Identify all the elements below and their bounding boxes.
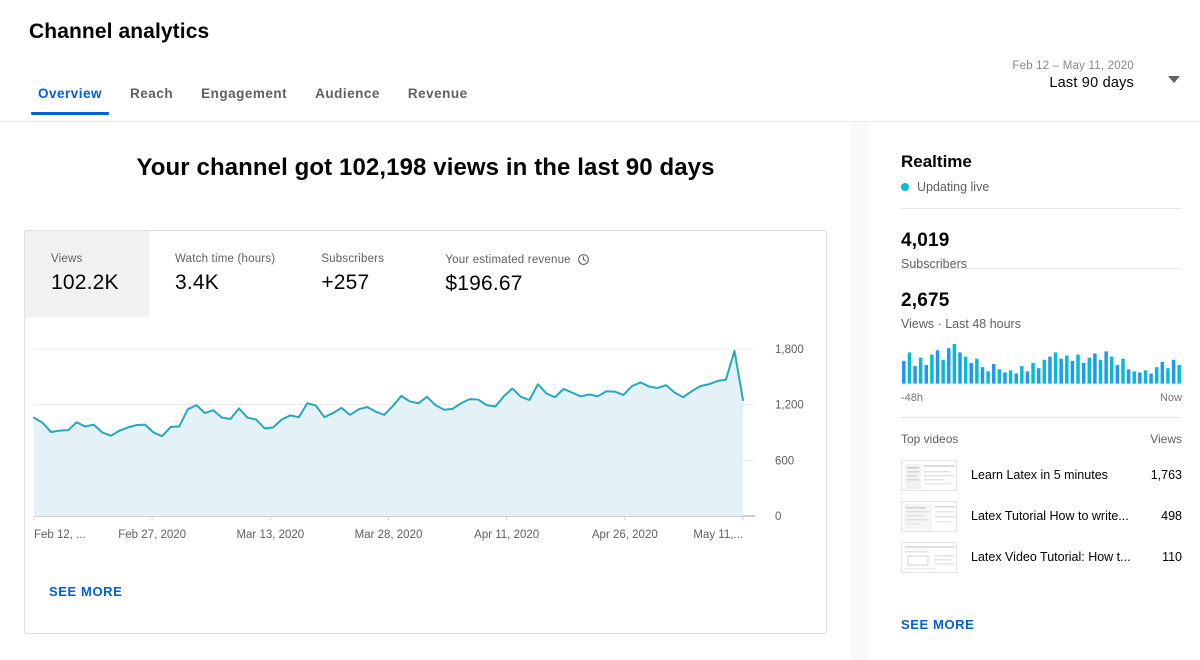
sidebar: Realtime Updating live 4,019 Subscribers… — [851, 122, 1200, 660]
page-body: Your channel got 102,198 views in the la… — [0, 122, 1200, 660]
top-video-row[interactable]: Latex Tutorial How to write... 498 — [901, 500, 1182, 532]
metric-label-text: Your estimated revenue — [445, 254, 570, 266]
metric-tab-subscribers[interactable]: Subscribers +257 — [295, 231, 419, 317]
top-videos-label: Top videos — [901, 432, 958, 446]
top-video-row[interactable]: Latex Video Tutorial: How t... 110 — [901, 541, 1182, 573]
headline: Your channel got 102,198 views in the la… — [0, 154, 851, 182]
video-title: Learn Latex in 5 minutes — [971, 468, 1143, 482]
metric-label-text: Watch time (hours) — [175, 253, 275, 265]
realtime-bar-chart-svg — [901, 340, 1182, 386]
realtime-views-label: Views · Last 48 hours — [901, 317, 1021, 331]
divider — [901, 208, 1181, 209]
metric-label-text: Subscribers — [321, 253, 384, 265]
video-thumbnail — [901, 501, 957, 532]
metric-tab-views[interactable]: Views 102.2K — [25, 231, 149, 317]
divider — [901, 417, 1181, 418]
realtime-bar-chart[interactable] — [901, 340, 1182, 386]
realtime-live-status: Updating live — [901, 180, 989, 194]
video-views: 498 — [1161, 509, 1182, 523]
see-more-button-main[interactable]: SEE MORE — [49, 584, 122, 599]
svg-text:Feb 27, 2020: Feb 27, 2020 — [118, 529, 186, 541]
page-title: Channel analytics — [29, 20, 209, 44]
metric-label: Watch time (hours) — [175, 253, 275, 265]
realtime-axis-left: -48h — [901, 392, 923, 404]
video-thumbnail — [901, 460, 957, 491]
metric-label: Your estimated revenue — [445, 253, 589, 266]
views-line-chart[interactable]: 0 600 1,200 1,800 Feb 12, ... Feb 27, 2020 Mar… — [25, 341, 828, 561]
realtime-card: Realtime Updating live 4,019 Subscribers… — [868, 122, 1200, 660]
video-views: 1,763 — [1151, 468, 1182, 482]
top-video-row[interactable]: Learn Latex in 5 minutes 1,763 — [901, 459, 1182, 491]
svg-text:Apr 11, 2020: Apr 11, 2020 — [474, 529, 539, 541]
live-status-text: Updating live — [917, 180, 989, 194]
svg-text:May 11,...: May 11,... — [693, 529, 743, 541]
chevron-down-icon[interactable] — [1168, 76, 1180, 83]
see-more-button-sidebar[interactable]: SEE MORE — [901, 617, 974, 632]
video-title: Latex Video Tutorial: How t... — [971, 550, 1154, 564]
realtime-views-value: 2,675 — [901, 290, 950, 312]
video-thumbnail — [901, 542, 957, 573]
tab-audience[interactable]: Audience — [301, 80, 394, 115]
svg-text:600: 600 — [775, 455, 794, 467]
realtime-subscribers-value: 4,019 — [901, 230, 950, 252]
tab-revenue[interactable]: Revenue — [394, 80, 482, 115]
svg-text:0: 0 — [775, 511, 781, 523]
realtime-title: Realtime — [901, 152, 972, 172]
svg-text:Apr 26, 2020: Apr 26, 2020 — [592, 529, 658, 541]
page-header: Channel analytics Overview Reach Engagem… — [0, 0, 1200, 122]
metric-value: $196.67 — [445, 272, 589, 296]
svg-text:Feb 12, ...: Feb 12, ... — [34, 529, 86, 541]
views-line-chart-svg: 0 600 1,200 1,800 Feb 12, ... Feb 27, 2020 Mar… — [25, 341, 828, 561]
top-videos-views-label: Views — [1150, 432, 1182, 446]
live-dot-icon — [901, 183, 909, 191]
divider — [901, 268, 1181, 269]
tab-engagement[interactable]: Engagement — [187, 80, 301, 115]
overview-card: Views 102.2K Watch time (hours) 3.4K Sub… — [24, 230, 827, 634]
realtime-axis: -48h Now — [901, 392, 1182, 404]
date-range-selector[interactable]: Feb 12 – May 11, 2020 Last 90 days — [1012, 60, 1180, 91]
metric-label: Views — [51, 253, 129, 265]
svg-text:Mar 13, 2020: Mar 13, 2020 — [236, 529, 304, 541]
metric-tabs: Views 102.2K Watch time (hours) 3.4K Sub… — [25, 231, 610, 317]
tab-overview[interactable]: Overview — [24, 80, 116, 115]
date-range-dates: Feb 12 – May 11, 2020 — [1012, 60, 1134, 72]
metric-label-text: Views — [51, 253, 82, 265]
metric-tab-watch-time[interactable]: Watch time (hours) 3.4K — [149, 231, 295, 317]
top-videos-header: Top videos Views — [901, 432, 1182, 446]
analytics-tabs: Overview Reach Engagement Audience Reven… — [24, 80, 482, 115]
metric-tab-estimated-revenue[interactable]: Your estimated revenue $196.67 — [419, 231, 609, 317]
video-views: 110 — [1162, 550, 1182, 564]
realtime-axis-right: Now — [1160, 392, 1182, 404]
channel-analytics-page: Channel analytics Overview Reach Engagem… — [0, 0, 1200, 660]
metric-value: 3.4K — [175, 271, 275, 295]
date-range-preset: Last 90 days — [1012, 75, 1134, 91]
metric-value: 102.2K — [51, 271, 129, 295]
main-content: Your channel got 102,198 views in the la… — [0, 122, 851, 660]
svg-text:Mar 28, 2020: Mar 28, 2020 — [355, 529, 423, 541]
clock-icon — [577, 253, 590, 266]
date-range-texts: Feb 12 – May 11, 2020 Last 90 days — [1012, 60, 1134, 91]
metric-label: Subscribers — [321, 253, 399, 265]
video-title: Latex Tutorial How to write... — [971, 509, 1153, 523]
svg-text:1,200: 1,200 — [775, 400, 804, 412]
svg-text:1,800: 1,800 — [775, 344, 804, 356]
tab-reach[interactable]: Reach — [116, 80, 187, 115]
metric-value: +257 — [321, 271, 399, 295]
